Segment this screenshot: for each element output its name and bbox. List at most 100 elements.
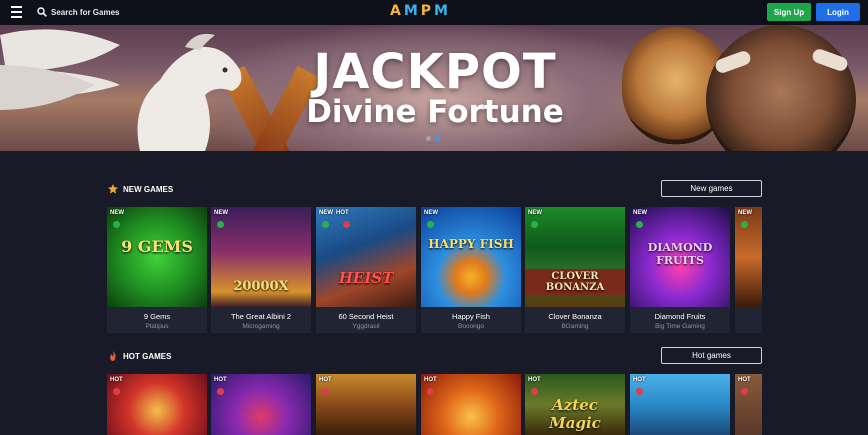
game-provider: Big Time Gaming: [655, 323, 705, 330]
game-card[interactable]: HOT: [107, 374, 207, 435]
search-icon: [37, 7, 47, 17]
hot-badge: HOT: [738, 377, 751, 383]
hot-badge: HOT: [110, 377, 123, 383]
new-badge: NEW: [319, 210, 333, 216]
game-art-title: 9 GEMS: [121, 237, 193, 256]
bull-medallion: [706, 25, 856, 151]
game-thumbnail: [735, 374, 762, 435]
game-card[interactable]: 20000X NEW The Great Albini 2 Microgamin…: [211, 207, 311, 333]
game-name: Happy Fish: [452, 312, 490, 321]
hot-badge-icon: [113, 388, 120, 395]
logo-letter: M: [403, 3, 421, 19]
game-card[interactable]: HOT: [316, 374, 416, 435]
hot-games-header: HOT GAMES: [107, 347, 171, 365]
carousel-dot-active[interactable]: [435, 136, 440, 141]
jackpot-banner[interactable]: JACKPOT Divine Fortune: [0, 25, 868, 151]
hot-badge: HOT: [528, 377, 541, 383]
game-thumbnail: 9 GEMS: [107, 207, 207, 307]
hot-games-title: HOT GAMES: [123, 351, 172, 361]
game-art-title: CLOVER BONANZA: [525, 269, 625, 295]
game-provider: Microgaming: [242, 323, 280, 330]
game-provider: BGaming: [561, 323, 589, 330]
new-badge: NEW: [528, 210, 542, 216]
game-thumbnail: Aztec Magic: [525, 374, 625, 435]
game-card[interactable]: CLOVER BONANZA NEW Clover Bonanza BGamin…: [525, 207, 625, 333]
game-thumbnail: DIAMOND FRUITS: [630, 207, 730, 307]
login-button[interactable]: Login: [816, 3, 860, 21]
game-card[interactable]: HEIST NEW HOT 60 Second Heist Yggdrasil: [316, 207, 416, 333]
hot-badge-icon: [531, 388, 538, 395]
hot-badge-icon: [343, 221, 350, 228]
game-info: 9 Gems Platipus: [107, 307, 207, 333]
game-card[interactable]: HOT: [421, 374, 521, 435]
game-info: Clover Bonanza BGaming: [525, 307, 625, 333]
game-thumbnail: [735, 207, 762, 307]
game-info: 60 Second Heist Yggdrasil: [316, 307, 416, 333]
logo-letter: A: [390, 3, 404, 19]
game-name: The Great Albini 2: [230, 312, 292, 321]
game-card[interactable]: HAPPY FISH NEW Happy Fish Booongo: [421, 207, 521, 333]
game-thumbnail: HEIST: [316, 207, 416, 307]
hot-badge-icon: [217, 388, 224, 395]
game-provider: Platipus: [145, 323, 169, 330]
hot-badge: HOT: [633, 377, 646, 383]
new-badge: NEW: [214, 210, 228, 216]
hot-badge-icon: [636, 388, 643, 395]
game-card[interactable]: HOT: [630, 374, 730, 435]
hot-badge-icon: [741, 388, 748, 395]
game-thumbnail: [211, 374, 311, 435]
game-thumbnail: CLOVER BONANZA: [525, 207, 625, 307]
new-badge-icon: [636, 221, 643, 228]
game-card[interactable]: DIAMOND FRUITS NEW Diamond Fruits Big Ti…: [630, 207, 730, 333]
game-art-title: HEIST: [338, 269, 394, 287]
new-games-row: 9 GEMS NEW 9 Gems Platipus 20000X NEW Th…: [107, 207, 762, 333]
new-badge-icon: [741, 221, 748, 228]
game-thumbnail: [630, 374, 730, 435]
new-games-header: NEW GAMES: [107, 180, 173, 198]
game-art-title: 20000X: [233, 279, 289, 294]
signup-button[interactable]: Sign Up: [767, 3, 811, 21]
new-badge: NEW: [633, 210, 647, 216]
game-card[interactable]: HOT: [211, 374, 311, 435]
game-name: Clover Bonanza: [548, 312, 602, 321]
pegasus-illustration: [0, 29, 242, 151]
carousel-dot[interactable]: [426, 136, 431, 141]
game-provider: Yggdrasil: [352, 323, 380, 330]
game-card[interactable]: Aztec Magic HOT: [525, 374, 625, 435]
search-placeholder: Search for Games: [51, 7, 120, 17]
hot-badge: HOT: [319, 377, 332, 383]
new-badge-icon: [113, 221, 120, 228]
game-thumbnail: HAPPY FISH: [421, 207, 521, 307]
hot-games-button[interactable]: Hot games: [661, 347, 762, 364]
new-games-button[interactable]: New games: [661, 180, 762, 197]
game-thumbnail: [107, 374, 207, 435]
new-badge-icon: [217, 221, 224, 228]
hot-games-row: HOT HOT HOT HOT Aztec Magic HOT HOT HOT: [107, 374, 762, 435]
new-badge: NEW: [110, 210, 124, 216]
game-info: Diamond Fruits Big Time Gaming: [630, 307, 730, 333]
game-art-title: Aztec Magic: [549, 396, 601, 432]
hot-badge-icon: [427, 388, 434, 395]
game-name: 60 Second Heist: [338, 312, 394, 321]
new-badge-icon: [427, 221, 434, 228]
game-card[interactable]: NEW: [735, 207, 762, 333]
new-badge: NEW: [424, 210, 438, 216]
game-card[interactable]: HOT: [735, 374, 762, 435]
game-art-title: HAPPY FISH: [428, 237, 514, 251]
search-input[interactable]: Search for Games: [37, 5, 119, 19]
banner-title: JACKPOT: [313, 44, 557, 100]
logo-letter: M: [434, 3, 451, 19]
ampm-logo[interactable]: AMPM: [390, 3, 451, 19]
top-bar: Search for Games AMPM Sign Up Login: [0, 0, 868, 25]
new-badge: NEW: [738, 210, 752, 216]
game-provider: Booongo: [457, 323, 485, 330]
banner-subtitle: Divine Fortune: [306, 94, 564, 130]
game-info: [735, 307, 762, 333]
game-info: Happy Fish Booongo: [421, 307, 521, 333]
hot-badge: HOT: [336, 210, 349, 216]
menu-icon[interactable]: [11, 6, 22, 18]
carousel-dots: [426, 136, 440, 141]
new-badge-icon: [531, 221, 538, 228]
logo-letter: P: [420, 3, 435, 19]
game-card[interactable]: 9 GEMS NEW 9 Gems Platipus: [107, 207, 207, 333]
